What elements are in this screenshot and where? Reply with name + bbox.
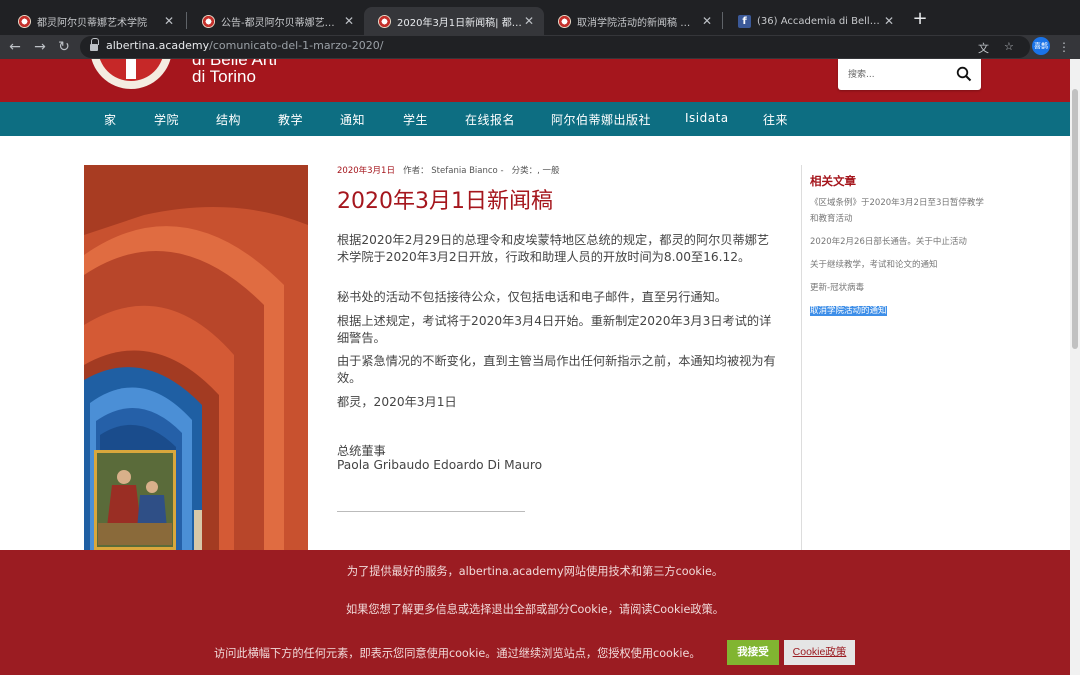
related-posts-heading: 相关文章 bbox=[810, 174, 856, 188]
nav-item-isidata[interactable]: Isidata bbox=[685, 111, 729, 125]
cookie-banner: 为了提供最好的服务，albertina.academy网站使用技术和第三方coo… bbox=[0, 550, 1070, 675]
related-post-link[interactable]: 《区域条例》于2020年3月2日至3日暂停教学和教育活动 bbox=[810, 195, 990, 227]
divider bbox=[337, 511, 525, 512]
close-icon[interactable]: ✕ bbox=[522, 14, 536, 28]
browser-tab[interactable]: 公告-都灵阿尔贝蒂娜艺术学院 ✕ bbox=[188, 7, 364, 35]
post-paragraph: 都灵，2020年3月1日 bbox=[337, 395, 457, 409]
post-paragraph: 由于紧急情况的不断变化，直到主管当局作出任何新指示之前，本通知均被视为有效。 bbox=[337, 354, 776, 385]
address-bar[interactable]: albertina.academy/comunicato-del-1-marzo… bbox=[80, 36, 1030, 58]
nav-item-home[interactable]: 家 bbox=[104, 111, 117, 128]
category-label: 分类： bbox=[511, 166, 538, 176]
close-icon[interactable]: ✕ bbox=[700, 14, 714, 28]
browser-tab[interactable]: 都灵阿尔贝蒂娜艺术学院 ✕ bbox=[4, 7, 184, 35]
page-scrollbar[interactable] bbox=[1070, 59, 1080, 675]
tab-title: 都灵阿尔贝蒂娜艺术学院 bbox=[37, 17, 147, 29]
main-navigation: 家 学院 结构 教学 通知 学生 在线报名 阿尔伯蒂娜出版社 Isidata 往… bbox=[0, 102, 1070, 136]
nav-item-academy[interactable]: 学院 bbox=[154, 111, 179, 128]
related-post-link[interactable]: 关于继续教学，考试和论文的通知 bbox=[810, 257, 990, 273]
tab-divider bbox=[186, 12, 187, 29]
post-paragraph: 根据上述规定，考试将于2020年3月4日开始。重新制定2020年3月3日考试的详… bbox=[337, 314, 772, 345]
selected-link-text[interactable]: 取消学院活动的通知 bbox=[810, 306, 887, 316]
cookie-policy-button[interactable]: Cookie政策 bbox=[784, 640, 855, 665]
scrollbar-thumb[interactable] bbox=[1072, 89, 1078, 349]
cookie-text-line3: 访问此横幅下方的任何元素，即表示您同意使用cookie。通过继续浏览站点，您授权… bbox=[214, 647, 701, 660]
lock-icon bbox=[90, 38, 99, 51]
academy-seal-icon bbox=[558, 14, 571, 28]
accept-cookies-button[interactable]: 我接受 bbox=[727, 640, 779, 665]
forward-arrow-icon[interactable]: → bbox=[31, 37, 49, 57]
site-search bbox=[838, 59, 981, 90]
related-post-link[interactable]: 2020年2月26日部长通告。关于中止活动 bbox=[810, 234, 990, 250]
academy-seal-icon bbox=[18, 14, 31, 28]
new-tab-button[interactable]: + bbox=[910, 9, 930, 29]
reload-icon[interactable]: ↻ bbox=[55, 37, 73, 57]
browser-tab-active[interactable]: 2020年3月1日新闻稿| 都灵阿尔贝 ✕ bbox=[364, 7, 544, 35]
nav-item-teaching[interactable]: 教学 bbox=[278, 111, 303, 128]
web-page: di Belle Arti di Torino 家 学院 结构 教学 通知 学生… bbox=[0, 59, 1070, 675]
tab-divider bbox=[722, 12, 723, 29]
close-icon[interactable]: ✕ bbox=[162, 14, 176, 28]
post-paragraph: 根据2020年2月29日的总理令和皮埃蒙特地区总统的规定，都灵的阿尔贝蒂娜艺术学… bbox=[337, 233, 770, 264]
nav-item-structure[interactable]: 结构 bbox=[216, 111, 241, 128]
logo-text-line2[interactable]: di Torino bbox=[192, 67, 256, 87]
academy-seal-icon bbox=[378, 14, 391, 28]
nav-item-publisher[interactable]: 阿尔伯蒂娜出版社 bbox=[551, 111, 651, 128]
sidebar-divider bbox=[801, 165, 802, 565]
post-date[interactable]: 2020年3月1日 bbox=[337, 166, 395, 176]
browser-tab[interactable]: f (36) Accademia di Belle Arti di R ✕ bbox=[724, 7, 904, 35]
cookie-text-line2: 如果您想了解更多信息或选择退出全部或部分Cookie，请阅读Cookie政策。 bbox=[345, 603, 724, 616]
url-text[interactable]: albertina.academy/comunicato-del-1-marzo… bbox=[106, 39, 383, 52]
post-paragraph: 秘书处的活动不包括接待公众，仅包括电话和电子邮件，直至另行通知。 bbox=[337, 290, 727, 304]
star-icon[interactable]: ☆ bbox=[1004, 40, 1014, 53]
nav-item-notices[interactable]: 通知 bbox=[340, 111, 365, 128]
nav-item-online-registration[interactable]: 在线报名 bbox=[465, 111, 515, 128]
nav-item-students[interactable]: 学生 bbox=[403, 111, 428, 128]
related-post-link[interactable]: 更新-冠状病毒 bbox=[810, 280, 990, 296]
post-author[interactable]: Stefania Bianco bbox=[431, 166, 497, 176]
post-title: 2020年3月1日新闻稿 bbox=[337, 189, 553, 214]
tab-title: (36) Accademia di Belle Arti di R bbox=[757, 15, 882, 27]
featured-image bbox=[84, 165, 308, 565]
search-icon[interactable] bbox=[956, 66, 972, 82]
search-input[interactable] bbox=[848, 65, 948, 84]
facebook-icon: f bbox=[738, 14, 751, 28]
browser-toolbar: ← → ↻ albertina.academy/comunicato-del-1… bbox=[0, 35, 1080, 59]
tab-title: 2020年3月1日新闻稿| 都灵阿尔贝 bbox=[397, 17, 522, 29]
related-post-link-selected[interactable]: 取消学院活动的通知 bbox=[810, 303, 990, 319]
back-arrow-icon[interactable]: ← bbox=[6, 37, 24, 57]
more-menu-icon[interactable]: ⋮ bbox=[1058, 37, 1070, 57]
tab-title: 公告-都灵阿尔贝蒂娜艺术学院 bbox=[221, 17, 342, 29]
translate-icon[interactable]: 文 bbox=[978, 40, 989, 56]
nav-item-contacts[interactable]: 往来 bbox=[763, 111, 788, 128]
browser-tab-bar: 都灵阿尔贝蒂娜艺术学院 ✕ 公告-都灵阿尔贝蒂娜艺术学院 ✕ 2020年3月1日… bbox=[0, 0, 1080, 35]
post-meta: 2020年3月1日 作者： Stefania Bianco - 分类：, 一般 bbox=[337, 166, 560, 176]
author-label: 作者： bbox=[403, 166, 429, 176]
close-icon[interactable]: ✕ bbox=[342, 14, 356, 28]
signature-names: Paola Gribaudo Edoardo Di Mauro bbox=[337, 458, 543, 472]
academy-logo-seal[interactable] bbox=[90, 59, 172, 89]
browser-tab[interactable]: 取消学院活动的新闻稿 都灵阿尔贝 ✕ bbox=[544, 7, 722, 35]
close-icon[interactable]: ✕ bbox=[882, 14, 896, 28]
academy-seal-icon bbox=[202, 14, 215, 28]
site-header: di Belle Arti di Torino bbox=[0, 59, 1070, 102]
cookie-text-line1: 为了提供最好的服务，albertina.academy网站使用技术和第三方coo… bbox=[346, 565, 724, 578]
profile-avatar[interactable]: 喜鹊 bbox=[1032, 37, 1050, 55]
post-category[interactable]: , 一般 bbox=[537, 166, 559, 176]
tab-title: 取消学院活动的新闻稿 都灵阿尔贝 bbox=[577, 17, 700, 29]
signature-title: 总统董事 bbox=[337, 444, 386, 458]
